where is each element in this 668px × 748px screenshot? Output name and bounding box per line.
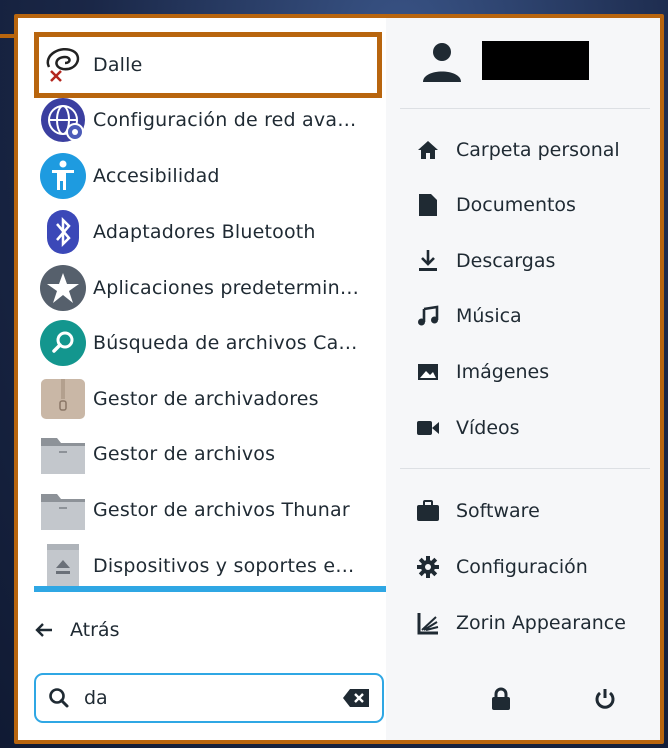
- network-settings-icon: [39, 96, 87, 144]
- user-icon[interactable]: [420, 40, 464, 88]
- app-item-label: Adaptadores Bluetooth: [93, 220, 316, 243]
- lock-icon[interactable]: [488, 686, 514, 712]
- image-icon: [416, 360, 440, 384]
- app-item-label: Configuración de red ava…: [93, 108, 357, 131]
- divider: [400, 108, 650, 109]
- music-icon: [416, 304, 440, 328]
- app-item-label: Dalle: [93, 53, 143, 76]
- app-list: Dalle Configuración de red ava… Accesibi…: [18, 18, 386, 590]
- video-icon: [416, 416, 440, 440]
- document-icon: [416, 193, 440, 217]
- user-name-redacted: [482, 41, 589, 80]
- place-label: Imágenes: [456, 361, 550, 383]
- place-images[interactable]: Imágenes: [400, 352, 650, 392]
- app-item-thunar[interactable]: Gestor de archivos Thunar: [18, 482, 386, 537]
- place-label: Carpeta personal: [456, 139, 620, 161]
- dalle-swirl-icon: [39, 41, 87, 89]
- divider: [400, 468, 650, 469]
- place-label: Documentos: [456, 194, 576, 216]
- search-input[interactable]: [82, 686, 326, 710]
- folder-icon: [39, 430, 87, 478]
- app-item-archive-manager[interactable]: Gestor de archivadores: [18, 371, 386, 426]
- place-music[interactable]: Música: [400, 296, 650, 336]
- accessibility-icon: [39, 152, 87, 200]
- app-item-label: Aplicaciones predetermin…: [93, 276, 360, 299]
- home-icon: [416, 138, 440, 162]
- app-item-file-search[interactable]: Búsqueda de archivos Ca…: [18, 315, 386, 370]
- bluetooth-icon: [39, 208, 87, 256]
- power-icon[interactable]: [592, 686, 618, 712]
- system-software[interactable]: Software: [400, 491, 650, 531]
- file-search-icon: [39, 319, 87, 367]
- briefcase-icon: [416, 499, 440, 523]
- back-button[interactable]: Atrás: [34, 612, 234, 648]
- place-downloads[interactable]: Descargas: [400, 241, 650, 281]
- search-icon: [48, 687, 70, 709]
- place-label: Descargas: [456, 250, 556, 272]
- app-item-removable-devices[interactable]: Dispositivos y soportes e…: [18, 538, 386, 590]
- app-item-default-apps[interactable]: Aplicaciones predetermin…: [18, 260, 386, 315]
- app-item-file-manager[interactable]: Gestor de archivos: [18, 426, 386, 481]
- system-label: Zorin Appearance: [456, 612, 626, 634]
- folder-icon: [39, 486, 87, 534]
- gear-icon: [416, 555, 440, 579]
- archive-icon: [39, 375, 87, 423]
- place-videos[interactable]: Vídeos: [400, 408, 650, 448]
- list-scroll-indicator: [34, 586, 386, 592]
- app-item-accessibility[interactable]: Accesibilidad: [18, 148, 386, 203]
- place-documents[interactable]: Documentos: [400, 185, 650, 225]
- app-item-label: Dispositivos y soportes e…: [93, 554, 355, 577]
- star-icon: [39, 264, 87, 312]
- app-item-label: Búsqueda de archivos Ca…: [93, 331, 358, 354]
- app-item-label: Accesibilidad: [93, 164, 220, 187]
- back-label: Atrás: [70, 619, 120, 641]
- appearance-icon: [416, 611, 440, 635]
- app-item-label: Gestor de archivos Thunar: [93, 498, 350, 521]
- system-zorin-appearance[interactable]: Zorin Appearance: [400, 603, 650, 643]
- backspace-icon[interactable]: [342, 688, 370, 712]
- system-settings[interactable]: Configuración: [400, 547, 650, 587]
- arrow-left-icon: [34, 620, 54, 640]
- place-label: Música: [456, 305, 522, 327]
- system-label: Software: [456, 500, 540, 522]
- download-icon: [416, 249, 440, 273]
- app-item-bluetooth[interactable]: Adaptadores Bluetooth: [18, 204, 386, 259]
- search-box[interactable]: [34, 673, 384, 723]
- removable-drive-icon: [39, 542, 87, 590]
- app-item-label: Gestor de archivadores: [93, 387, 319, 410]
- app-item-network-settings[interactable]: Configuración de red ava…: [18, 92, 386, 147]
- system-label: Configuración: [456, 556, 588, 578]
- app-item-label: Gestor de archivos: [93, 442, 276, 465]
- app-item-dalle[interactable]: Dalle: [18, 37, 386, 92]
- place-home[interactable]: Carpeta personal: [400, 130, 650, 170]
- place-label: Vídeos: [456, 417, 520, 439]
